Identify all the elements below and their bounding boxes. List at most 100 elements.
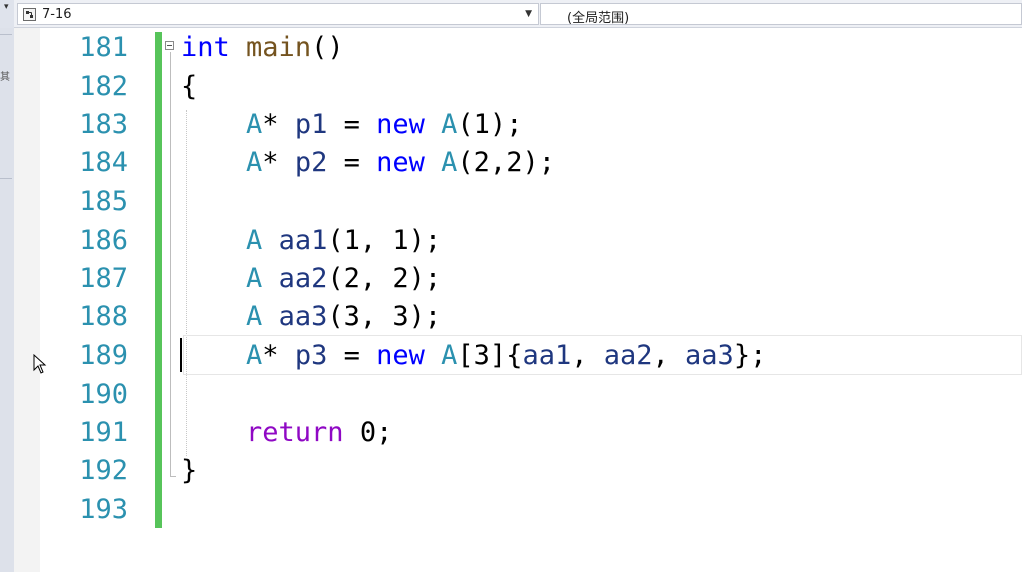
code-token: () [311, 32, 344, 63]
code-token: return [246, 417, 344, 448]
code-token: aa1 [522, 340, 572, 371]
code-token: = [327, 109, 377, 140]
code-token: aa3 [685, 340, 734, 371]
code-token: { [181, 71, 198, 102]
code-token: p3 [294, 340, 328, 371]
code-line[interactable]: 186 A aa1(1, 1); [0, 222, 1022, 260]
line-number: 193 [79, 494, 128, 525]
line-number: 185 [79, 186, 128, 217]
code-line[interactable]: 190 [0, 376, 1022, 414]
code-token: main [246, 32, 312, 63]
code-token: A [441, 340, 458, 371]
code-text: return 0; [181, 414, 392, 452]
code-line[interactable]: 183 A* p1 = new A(1); [0, 106, 1022, 144]
code-token: int [181, 32, 230, 63]
code-line[interactable]: 192} [0, 452, 1022, 490]
project-combo-label: 7-16 [42, 7, 72, 22]
project-icon [23, 8, 36, 21]
code-token: new [376, 340, 425, 371]
scope-combo-label: (全局范围) [567, 11, 630, 26]
line-number: 188 [79, 301, 128, 332]
code-token: A [246, 340, 263, 371]
line-number: 183 [79, 109, 128, 140]
code-token: A [246, 225, 263, 256]
code-text: A aa3(3, 3); [181, 298, 441, 336]
code-line[interactable]: 188 A aa3(3, 3); [0, 298, 1022, 336]
code-token: A [441, 147, 458, 178]
code-text: int main() [181, 29, 344, 67]
code-token: (1, 1); [327, 225, 442, 256]
line-number: 184 [79, 147, 128, 178]
code-line[interactable]: 189 A* p3 = new A[3]{aa1, aa2, aa3}; [0, 337, 1022, 375]
code-text: A aa2(2, 2); [181, 260, 441, 298]
code-line[interactable]: 185 [0, 183, 1022, 221]
nav-left-strip[interactable]: ▾ [0, 0, 14, 28]
code-token: aa1 [278, 225, 328, 256]
code-token: 0; [343, 417, 393, 448]
code-token: p2 [294, 147, 328, 178]
code-token: * [262, 340, 295, 371]
code-token: p1 [294, 109, 328, 140]
code-line[interactable]: 193 [0, 491, 1022, 529]
line-number: 181 [79, 32, 128, 63]
chevron-down-icon[interactable]: ▼ [525, 9, 532, 19]
code-line[interactable]: 187 A aa2(2, 2); [0, 260, 1022, 298]
code-token: aa2 [278, 263, 328, 294]
code-token: , [571, 340, 604, 371]
code-token: (2,2); [457, 147, 555, 178]
code-text: } [181, 452, 197, 490]
nav-dropdown-glyph: ▾ [4, 2, 9, 12]
code-line[interactable]: 181 int main() [0, 29, 1022, 67]
line-number: 192 [79, 455, 128, 486]
line-number: 191 [79, 417, 128, 448]
code-token: (1); [457, 109, 523, 140]
code-token: (3, 3); [327, 301, 442, 332]
code-token: } [181, 455, 198, 486]
line-number: 182 [79, 71, 128, 102]
code-token: * [262, 109, 295, 140]
code-token: aa3 [278, 301, 328, 332]
code-token: = [327, 340, 377, 371]
code-text: { [181, 68, 197, 106]
code-token: (2, 2); [327, 263, 442, 294]
code-line[interactable]: 182 { [0, 68, 1022, 106]
code-text: A* p3 = new A[3]{aa1, aa2, aa3}; [181, 337, 766, 375]
code-token: }; [733, 340, 767, 371]
mouse-pointer-icon [33, 354, 47, 374]
code-token: aa2 [603, 340, 653, 371]
code-token: new [376, 147, 425, 178]
code-token: , [652, 340, 686, 371]
line-number: 186 [79, 225, 128, 256]
project-combo[interactable]: 7-16 ▼ [17, 3, 539, 25]
navigation-bar: ▾ 7-16 ▼ (全局范围) [0, 0, 1022, 28]
line-number: 190 [79, 379, 128, 410]
line-number: 189 [79, 340, 128, 371]
code-token: = [327, 147, 377, 178]
code-token: new [376, 109, 425, 140]
scope-combo[interactable]: (全局范围) [540, 3, 1022, 26]
line-number: 187 [79, 263, 128, 294]
code-text: A* p1 = new A(1); [181, 106, 522, 144]
code-line[interactable]: 184 A* p2 = new A(2,2); [0, 144, 1022, 182]
code-token: A [246, 263, 263, 294]
code-text: A* p2 = new A(2,2); [181, 144, 555, 182]
code-line[interactable]: 191 return 0; [0, 414, 1022, 452]
code-token: A [246, 147, 263, 178]
code-text: A aa1(1, 1); [181, 222, 441, 260]
code-token: A [246, 109, 263, 140]
code-token: A [246, 301, 263, 332]
code-token: * [262, 147, 295, 178]
